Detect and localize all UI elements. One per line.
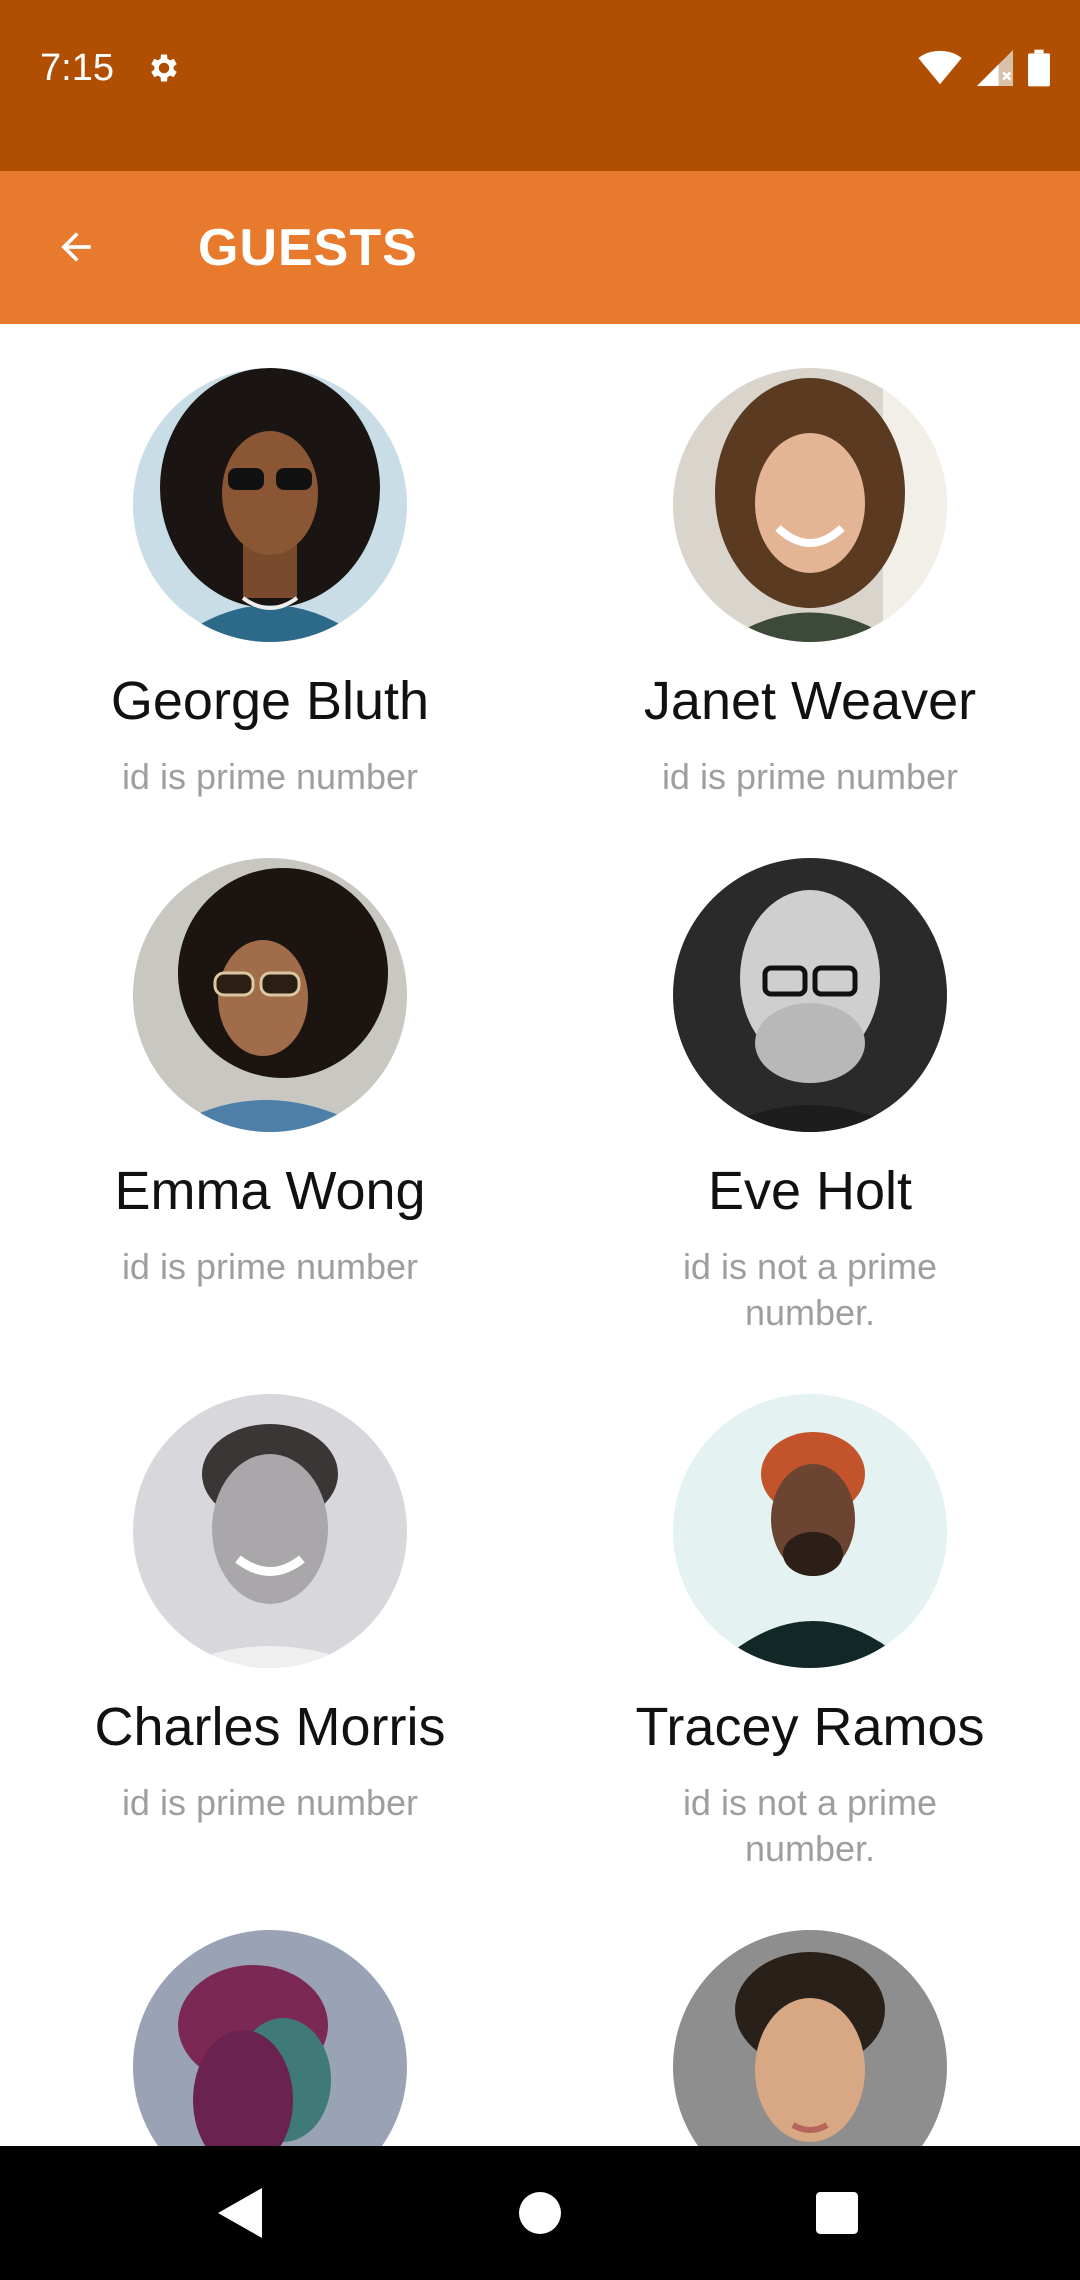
guest-description: id is prime number xyxy=(661,756,959,797)
nav-back-button[interactable] xyxy=(200,2176,280,2250)
signal-icon xyxy=(977,50,1013,86)
settings-icon xyxy=(151,54,177,82)
status-bar: 7:15 xyxy=(0,0,1080,171)
guest-photo xyxy=(133,1394,407,1668)
guest-card[interactable]: Emma Wong id is prime number xyxy=(0,858,540,1338)
system-nav-bar xyxy=(0,2146,1080,2280)
avatar xyxy=(673,368,947,642)
avatar xyxy=(133,1930,407,2146)
guest-name: Eve Holt xyxy=(707,1161,913,1221)
guest-card[interactable] xyxy=(0,1930,540,2146)
page-title: GUESTS xyxy=(198,219,418,277)
status-icons xyxy=(918,48,1050,88)
guest-photo xyxy=(673,368,947,642)
guest-description: id is not a prime number. xyxy=(682,1782,938,1869)
guest-description: id is prime number xyxy=(121,756,419,797)
back-triangle-icon xyxy=(218,2188,262,2238)
avatar xyxy=(133,368,407,642)
guest-name: Charles Morris xyxy=(94,1697,446,1757)
battery-icon xyxy=(1028,49,1050,87)
guest-photo xyxy=(133,1930,407,2146)
avatar xyxy=(133,858,407,1132)
guest-name: Emma Wong xyxy=(114,1161,426,1221)
avatar xyxy=(673,858,947,1132)
guest-photo xyxy=(673,1930,947,2146)
guest-photo xyxy=(133,858,407,1132)
avatar xyxy=(673,1394,947,1668)
guest-card[interactable]: Janet Weaver id is prime number xyxy=(540,368,1080,798)
home-circle-icon xyxy=(519,2192,561,2234)
guest-description: id is prime number xyxy=(121,1782,419,1823)
guest-photo xyxy=(673,858,947,1132)
avatar xyxy=(673,1930,947,2146)
guest-photo xyxy=(673,1394,947,1668)
guest-description: id is prime number xyxy=(121,1246,419,1287)
guest-name: Tracey Ramos xyxy=(635,1697,985,1757)
guest-card[interactable] xyxy=(540,1930,1080,2146)
wifi-icon xyxy=(918,50,962,85)
guest-name: George Bluth xyxy=(110,671,430,731)
guest-description: id is not a prime number. xyxy=(682,1246,938,1333)
guest-card[interactable]: George Bluth id is prime number xyxy=(0,368,540,798)
back-button[interactable] xyxy=(40,215,112,279)
guest-card[interactable]: Eve Holt id is not a prime number. xyxy=(540,858,1080,1338)
recents-square-icon xyxy=(816,2192,858,2234)
arrow-back-icon xyxy=(61,232,91,262)
nav-home-button[interactable] xyxy=(500,2176,580,2250)
app-bar: GUESTS xyxy=(0,171,1080,324)
guest-card[interactable]: Tracey Ramos id is not a prime number. xyxy=(540,1394,1080,1874)
nav-recents-button[interactable] xyxy=(797,2176,877,2250)
guest-photo xyxy=(133,368,407,642)
guest-card[interactable]: Charles Morris id is prime number xyxy=(0,1394,540,1874)
guest-name: Janet Weaver xyxy=(643,671,977,731)
avatar xyxy=(133,1394,407,1668)
status-time: 7:15 xyxy=(40,47,114,89)
guest-grid[interactable]: George Bluth id is prime number Janet We… xyxy=(0,324,1080,2146)
